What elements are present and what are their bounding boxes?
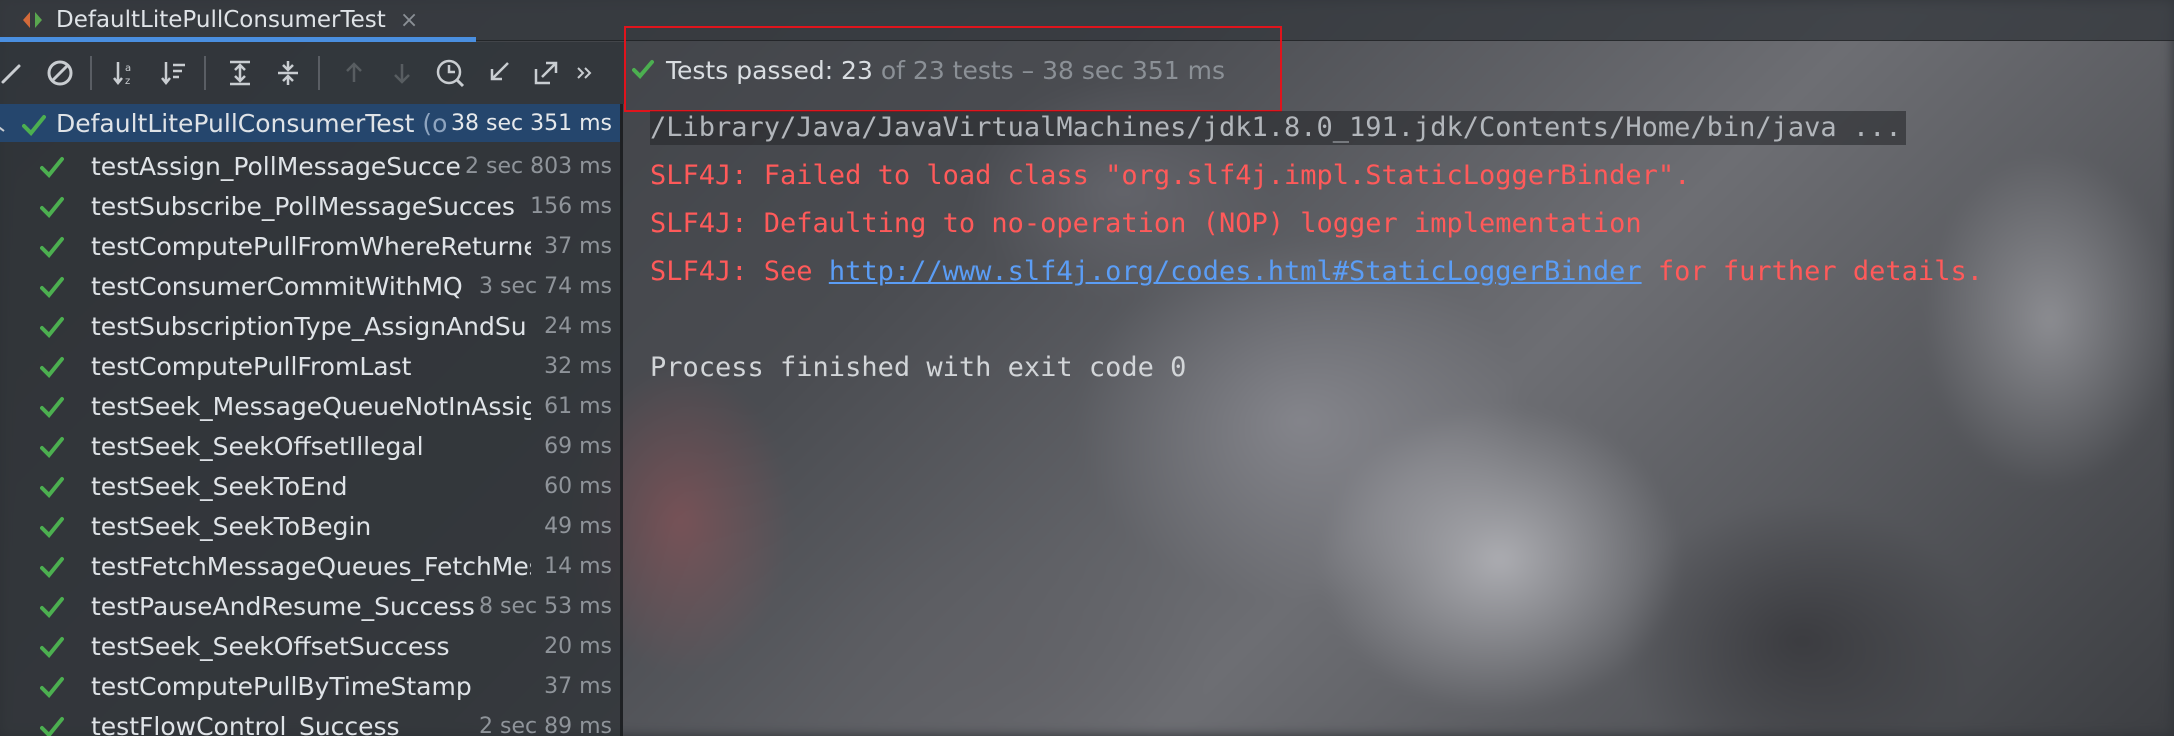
passed-check-icon: [40, 515, 64, 544]
toolbar-separator: [90, 56, 92, 90]
export-results-icon[interactable]: [524, 51, 568, 95]
test-duration: 156 ms: [530, 193, 612, 219]
sort-alphabetically-icon[interactable]: az: [104, 51, 148, 95]
run-config-icon: [22, 10, 44, 30]
passed-check-icon: [40, 715, 64, 736]
show-ignored-icon[interactable]: [38, 51, 82, 95]
tree-root-row[interactable]: DefaultLitePullConsumerTest (o 38 sec 35…: [0, 104, 620, 142]
test-duration: 2 sec 89 ms: [479, 713, 612, 736]
close-tab-icon[interactable]: ×: [400, 8, 418, 33]
test-name: testFlowControl_Success: [91, 711, 400, 736]
test-row[interactable]: testComputePullFromLast 32 ms: [0, 346, 620, 386]
test-row[interactable]: testPauseAndResume_Success 8 sec 53 ms: [0, 586, 620, 626]
highlight-annotation: [624, 26, 1282, 112]
passed-check-icon: [40, 595, 64, 624]
test-results-tree: DefaultLitePullConsumerTest (o 38 sec 35…: [0, 104, 623, 736]
passed-check-icon: [40, 435, 64, 464]
test-duration: 60 ms: [544, 473, 612, 499]
test-name: testComputePullByTimeStamp: [91, 671, 472, 701]
more-icon[interactable]: [572, 51, 596, 95]
test-name: testSeek_SeekToBegin: [91, 511, 372, 541]
test-duration: 20 ms: [544, 633, 612, 659]
passed-check-icon: [40, 635, 64, 664]
passed-check-icon: [40, 395, 64, 424]
test-runner-toolbar: az: [0, 42, 624, 104]
svg-text:z: z: [125, 76, 130, 87]
console-error-line: SLF4J: Defaulting to no-operation (NOP) …: [650, 208, 1642, 239]
test-row[interactable]: testSubscriptionType_AssignAndSu 24 ms: [0, 306, 620, 346]
passed-check-icon: [40, 195, 64, 224]
test-duration: 37 ms: [544, 233, 612, 259]
test-duration: 69 ms: [544, 433, 612, 459]
test-name: testSeek_MessageQueueNotInAssig: [91, 391, 531, 421]
test-duration: 32 ms: [544, 353, 612, 379]
test-name: testSubscribe_PollMessageSucces: [91, 191, 515, 221]
test-name: testComputePullFromWhereReturne: [91, 231, 531, 261]
passed-check-icon: [40, 275, 64, 304]
sort-by-duration-icon[interactable]: [152, 51, 196, 95]
console-error-line: SLF4J: See http://www.slf4j.org/codes.ht…: [650, 256, 1983, 287]
passed-check-icon: [40, 475, 64, 504]
chevron-down-icon[interactable]: [0, 114, 12, 143]
test-name: testComputePullFromLast: [91, 351, 412, 381]
svg-text:a: a: [125, 63, 131, 74]
test-row[interactable]: testSubscribe_PollMessageSucces 156 ms: [0, 186, 620, 226]
test-row[interactable]: testFlowControl_Success 2 sec 89 ms: [0, 706, 620, 736]
next-failed-icon[interactable]: [380, 51, 424, 95]
test-duration: 3 sec 74 ms: [479, 273, 612, 299]
test-duration: 37 ms: [544, 673, 612, 699]
test-name: testSubscriptionType_AssignAndSu: [91, 311, 527, 341]
test-duration: 61 ms: [544, 393, 612, 419]
passed-check-icon: [40, 155, 64, 184]
console-exit-line: Process finished with exit code 0: [650, 352, 1187, 383]
test-name: testAssign_PollMessageSucce: [91, 151, 461, 181]
test-row[interactable]: testSeek_SeekOffsetIllegal 69 ms: [0, 426, 620, 466]
show-passed-icon[interactable]: [0, 51, 34, 95]
test-row[interactable]: testSeek_SeekToEnd 60 ms: [0, 466, 620, 506]
test-duration: 49 ms: [544, 513, 612, 539]
console-error-line: SLF4J: Failed to load class "org.slf4j.i…: [650, 160, 1691, 191]
tree-root-label: DefaultLitePullConsumerTest (o: [56, 108, 448, 138]
console-output: /Library/Java/JavaVirtualMachines/jdk1.8…: [650, 106, 2174, 736]
tree-root-duration: 38 sec 351 ms: [451, 110, 612, 136]
expand-all-icon[interactable]: [218, 51, 262, 95]
passed-check-icon: [40, 315, 64, 344]
collapse-all-icon[interactable]: [266, 51, 310, 95]
test-name: testFetchMessageQueues_FetchMes: [91, 551, 531, 581]
test-row[interactable]: testFetchMessageQueues_FetchMes 14 ms: [0, 546, 620, 586]
passed-check-icon: [40, 235, 64, 264]
test-duration: 2 sec 803 ms: [465, 153, 612, 179]
test-row[interactable]: testConsumerCommitWithMQ 3 sec 74 ms: [0, 266, 620, 306]
run-tab-title: DefaultLitePullConsumerTest: [56, 7, 386, 33]
passed-check-icon: [40, 675, 64, 704]
console-command-line: /Library/Java/JavaVirtualMachines/jdk1.8…: [650, 111, 1906, 145]
test-row[interactable]: testComputePullByTimeStamp 37 ms: [0, 666, 620, 706]
run-tab[interactable]: DefaultLitePullConsumerTest ×: [0, 0, 476, 42]
import-tests-icon[interactable]: [476, 51, 520, 95]
test-name: testSeek_SeekOffsetIllegal: [91, 431, 424, 461]
test-row[interactable]: testSeek_MessageQueueNotInAssig 61 ms: [0, 386, 620, 426]
test-row[interactable]: testSeek_SeekToBegin 49 ms: [0, 506, 620, 546]
test-row[interactable]: testSeek_SeekOffsetSuccess 20 ms: [0, 626, 620, 666]
test-name: testSeek_SeekToEnd: [91, 471, 348, 501]
test-name: testConsumerCommitWithMQ: [91, 271, 463, 301]
passed-check-icon: [22, 113, 46, 142]
test-history-icon[interactable]: [428, 51, 472, 95]
passed-check-icon: [40, 355, 64, 384]
toolbar-separator: [318, 56, 320, 90]
test-name: testSeek_SeekOffsetSuccess: [91, 631, 450, 661]
test-duration: 14 ms: [544, 553, 612, 579]
test-row[interactable]: testComputePullFromWhereReturne 37 ms: [0, 226, 620, 266]
test-row[interactable]: testAssign_PollMessageSucce 2 sec 803 ms: [0, 146, 620, 186]
toolbar-separator: [204, 56, 206, 90]
test-duration: 24 ms: [544, 313, 612, 339]
test-duration: 8 sec 53 ms: [479, 593, 612, 619]
previous-failed-icon[interactable]: [332, 51, 376, 95]
slf4j-docs-link[interactable]: http://www.slf4j.org/codes.html#StaticLo…: [829, 256, 1642, 287]
passed-check-icon: [40, 555, 64, 584]
test-name: testPauseAndResume_Success: [91, 591, 475, 621]
